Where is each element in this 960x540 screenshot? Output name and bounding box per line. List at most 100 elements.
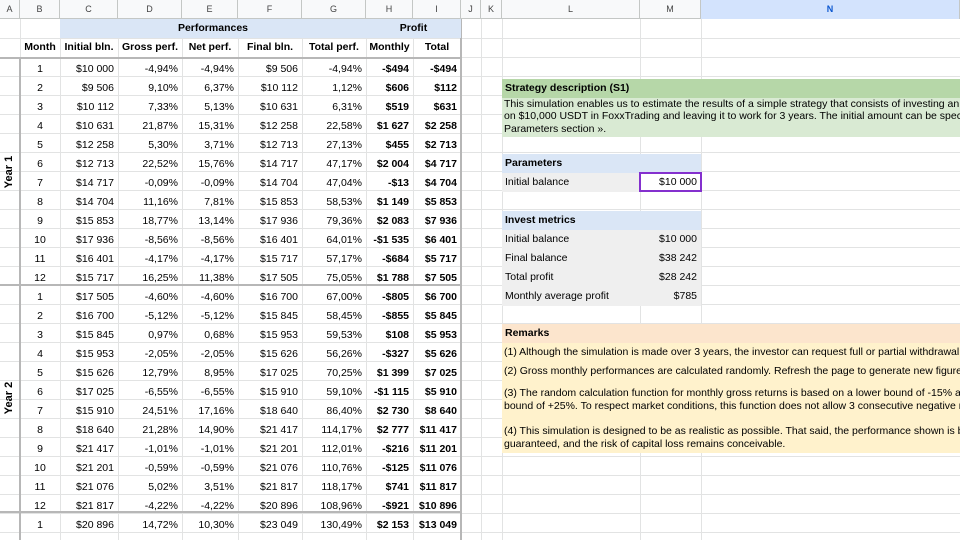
table-cell-gross-perf[interactable]: -1,01% <box>118 440 182 459</box>
table-cell-net-perf[interactable]: -0,59% <box>182 459 238 478</box>
column-header-f[interactable]: F <box>238 0 302 19</box>
table-cell-month[interactable]: 9 <box>20 440 60 459</box>
table-cell-final-bln[interactable]: $9 506 <box>238 60 302 79</box>
table-cell-total-profit[interactable]: $10 896 <box>413 497 461 516</box>
table-cell-net-perf[interactable]: 3,51% <box>182 478 238 497</box>
metric-value[interactable]: $28 242 <box>640 268 701 287</box>
table-cell-net-perf[interactable]: 15,31% <box>182 117 238 136</box>
table-cell-monthly-profit[interactable]: $2 777 <box>366 421 413 440</box>
table-cell-total-perf[interactable]: 59,53% <box>302 326 366 345</box>
table-cell-monthly-profit[interactable]: -$921 <box>366 497 413 516</box>
table-cell-gross-perf[interactable]: 14,72% <box>118 516 182 535</box>
table-cell-net-perf[interactable]: 14,90% <box>182 421 238 440</box>
table-cell-month[interactable]: 1 <box>20 60 60 79</box>
table-cell-total-perf[interactable]: 58,53% <box>302 193 366 212</box>
table-cell-total-perf[interactable]: 79,36% <box>302 212 366 231</box>
table-cell-gross-perf[interactable]: 21,87% <box>118 117 182 136</box>
table-cell-gross-perf[interactable]: 7,33% <box>118 98 182 117</box>
table-cell-total-perf[interactable]: 75,05% <box>302 269 366 288</box>
column-header-e[interactable]: E <box>182 0 238 19</box>
table-cell-initial-bln[interactable]: $10 112 <box>60 98 118 117</box>
table-cell-month[interactable]: 10 <box>20 231 60 250</box>
metric-value[interactable]: $785 <box>640 287 701 306</box>
table-cell-total-profit[interactable]: $8 640 <box>413 402 461 421</box>
table-cell-monthly-profit[interactable]: -$125 <box>366 459 413 478</box>
column-header-g[interactable]: G <box>302 0 366 19</box>
table-cell-total-profit[interactable]: $2 713 <box>413 136 461 155</box>
table-cell-gross-perf[interactable]: 18,77% <box>118 212 182 231</box>
table-cell-monthly-profit[interactable]: $606 <box>366 79 413 98</box>
table-cell-total-perf[interactable]: -4,94% <box>302 60 366 79</box>
table-cell-total-profit[interactable]: $7 505 <box>413 269 461 288</box>
table-cell-month[interactable]: 3 <box>20 326 60 345</box>
table-cell-total-profit[interactable]: $11 417 <box>413 421 461 440</box>
column-header-k[interactable]: K <box>481 0 502 19</box>
table-cell-initial-bln[interactable]: $21 076 <box>60 478 118 497</box>
table-cell-initial-bln[interactable]: $15 717 <box>60 269 118 288</box>
table-cell-total-profit[interactable]: $6 401 <box>413 231 461 250</box>
table-cell-final-bln[interactable]: $15 910 <box>238 383 302 402</box>
table-cell-month[interactable]: 1 <box>20 288 60 307</box>
table-cell-final-bln[interactable]: $21 076 <box>238 459 302 478</box>
table-cell-total-perf[interactable]: 114,17% <box>302 421 366 440</box>
table-cell-final-bln[interactable]: $21 201 <box>238 440 302 459</box>
table-cell-month[interactable]: 2 <box>20 79 60 98</box>
table-cell-gross-perf[interactable]: -5,12% <box>118 307 182 326</box>
table-cell-total-profit[interactable]: $2 258 <box>413 117 461 136</box>
table-cell-final-bln[interactable]: $16 700 <box>238 288 302 307</box>
table-cell-gross-perf[interactable]: 9,10% <box>118 79 182 98</box>
table-cell-total-perf[interactable]: 86,40% <box>302 402 366 421</box>
table-cell-initial-bln[interactable]: $15 953 <box>60 345 118 364</box>
table-cell-total-profit[interactable]: $5 845 <box>413 307 461 326</box>
column-header-j[interactable]: J <box>461 0 481 19</box>
table-cell-initial-bln[interactable]: $16 700 <box>60 307 118 326</box>
table-cell-total-perf[interactable]: 70,25% <box>302 364 366 383</box>
table-cell-month[interactable]: 11 <box>20 478 60 497</box>
table-cell-final-bln[interactable]: $15 717 <box>238 250 302 269</box>
table-cell-net-perf[interactable]: -5,12% <box>182 307 238 326</box>
table-cell-total-profit[interactable]: $112 <box>413 79 461 98</box>
table-cell-net-perf[interactable]: 10,30% <box>182 516 238 535</box>
table-cell-gross-perf[interactable]: 5,02% <box>118 478 182 497</box>
table-cell-month[interactable]: 10 <box>20 459 60 478</box>
table-cell-final-bln[interactable]: $17 025 <box>238 364 302 383</box>
table-cell-total-profit[interactable]: $4 717 <box>413 155 461 174</box>
table-cell-monthly-profit[interactable]: -$684 <box>366 250 413 269</box>
column-header-b[interactable]: B <box>20 0 60 19</box>
table-cell-monthly-profit[interactable]: $1 399 <box>366 364 413 383</box>
table-cell-total-profit[interactable]: $5 953 <box>413 326 461 345</box>
table-cell-total-profit[interactable]: $11 201 <box>413 440 461 459</box>
table-cell-monthly-profit[interactable]: -$13 <box>366 174 413 193</box>
table-cell-net-perf[interactable]: 13,14% <box>182 212 238 231</box>
table-cell-net-perf[interactable]: -4,17% <box>182 250 238 269</box>
table-cell-monthly-profit[interactable]: $741 <box>366 478 413 497</box>
table-cell-monthly-profit[interactable]: $1 149 <box>366 193 413 212</box>
column-header-h[interactable]: H <box>366 0 413 19</box>
table-cell-final-bln[interactable]: $10 112 <box>238 79 302 98</box>
table-cell-total-profit[interactable]: $631 <box>413 98 461 117</box>
column-header-d[interactable]: D <box>118 0 182 19</box>
column-header-a[interactable]: A <box>0 0 20 19</box>
table-cell-gross-perf[interactable]: 5,30% <box>118 136 182 155</box>
table-cell-final-bln[interactable]: $14 717 <box>238 155 302 174</box>
table-cell-monthly-profit[interactable]: -$1 115 <box>366 383 413 402</box>
table-cell-initial-bln[interactable]: $10 631 <box>60 117 118 136</box>
table-cell-total-profit[interactable]: $5 853 <box>413 193 461 212</box>
table-cell-monthly-profit[interactable]: -$855 <box>366 307 413 326</box>
table-cell-initial-bln[interactable]: $21 417 <box>60 440 118 459</box>
table-cell-month[interactable]: 3 <box>20 98 60 117</box>
table-cell-initial-bln[interactable]: $15 853 <box>60 212 118 231</box>
table-cell-net-perf[interactable]: -0,09% <box>182 174 238 193</box>
table-cell-total-profit[interactable]: $13 049 <box>413 516 461 535</box>
table-cell-final-bln[interactable]: $12 713 <box>238 136 302 155</box>
table-cell-gross-perf[interactable]: 21,28% <box>118 421 182 440</box>
table-cell-gross-perf[interactable]: -2,05% <box>118 345 182 364</box>
table-cell-net-perf[interactable]: -2,05% <box>182 345 238 364</box>
table-cell-gross-perf[interactable]: -0,59% <box>118 459 182 478</box>
table-cell-month[interactable]: 6 <box>20 383 60 402</box>
table-cell-total-profit[interactable]: -$494 <box>413 60 461 79</box>
table-cell-gross-perf[interactable]: 24,51% <box>118 402 182 421</box>
table-cell-gross-perf[interactable]: -0,09% <box>118 174 182 193</box>
table-cell-initial-bln[interactable]: $14 704 <box>60 193 118 212</box>
table-cell-net-perf[interactable]: 3,71% <box>182 136 238 155</box>
